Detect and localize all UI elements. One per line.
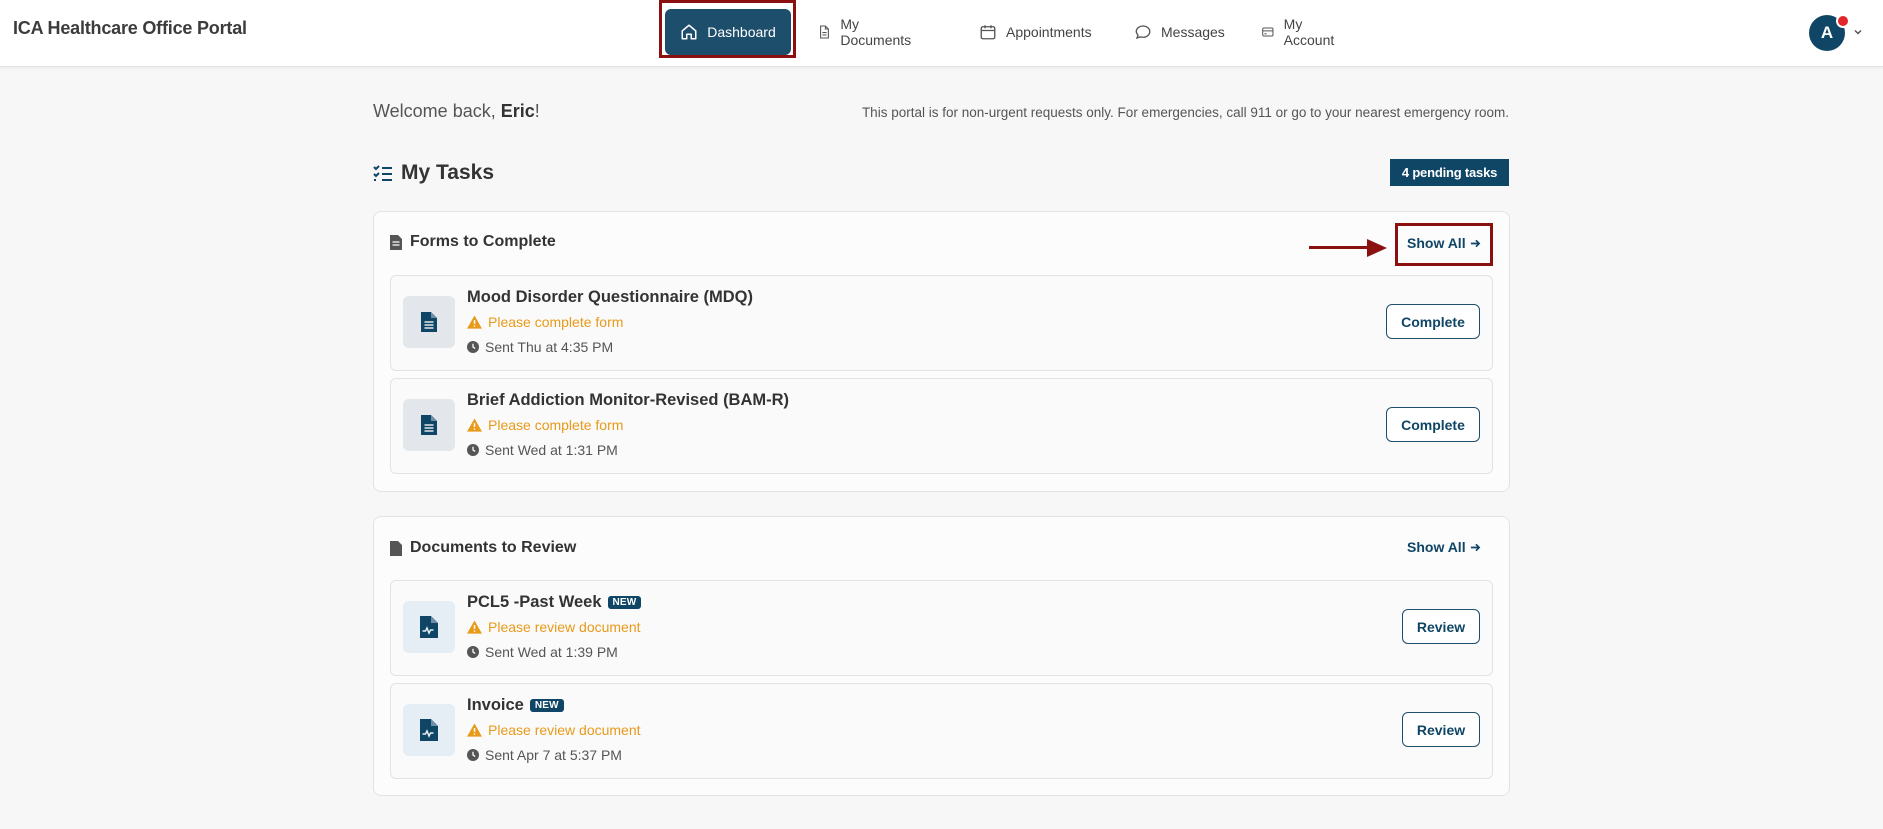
- documents-show-all-link[interactable]: Show All: [1407, 539, 1481, 555]
- status-text: Please review document: [488, 722, 641, 738]
- new-badge: NEW: [529, 699, 564, 712]
- document-row: PCL5 -Past Week NEW Please review docume…: [390, 580, 1493, 676]
- warning-icon: [467, 315, 482, 329]
- document-status: Please review document: [467, 619, 641, 635]
- nav-item-label: My Account: [1283, 16, 1335, 48]
- form-row: Mood Disorder Questionnaire (MDQ) Please…: [390, 275, 1493, 371]
- home-icon: [681, 24, 697, 40]
- chevron-down-icon[interactable]: [1853, 27, 1863, 37]
- form-title-text: Mood Disorder Questionnaire (MDQ): [467, 288, 754, 306]
- sent-text: Sent Wed at 1:31 PM: [485, 442, 618, 458]
- warning-icon: [467, 723, 482, 737]
- file-signature-icon: [420, 719, 438, 741]
- chat-icon: [1135, 25, 1151, 40]
- nav-item-appointments[interactable]: Appointments: [979, 9, 1092, 55]
- status-text: Please review document: [488, 619, 641, 635]
- nav-item-label: Appointments: [1006, 24, 1092, 40]
- document-icon: [820, 25, 829, 39]
- form-title-text: Brief Addiction Monitor-Revised (BAM-R): [467, 391, 790, 409]
- document-icon: [421, 312, 437, 332]
- nav-item-my-account[interactable]: My Account: [1261, 9, 1339, 55]
- card-title: Forms to Complete: [390, 233, 556, 251]
- calendar-icon: [980, 25, 996, 40]
- warning-icon: [467, 620, 482, 634]
- form-row: Brief Addiction Monitor-Revised (BAM-R) …: [390, 378, 1493, 474]
- welcome-prefix: Welcome back,: [373, 101, 501, 121]
- user-name: Eric: [500, 101, 535, 121]
- arrow-right-icon: [1470, 543, 1480, 551]
- file-icon: [390, 234, 402, 250]
- card-title-text: Documents to Review: [410, 539, 577, 556]
- form-status: Please complete form: [467, 314, 623, 330]
- document-title[interactable]: Invoice NEW: [467, 696, 564, 715]
- document-status: Please review document: [467, 722, 641, 738]
- app-title[interactable]: ICA Healthcare Office Portal: [13, 18, 247, 39]
- new-badge: NEW: [607, 596, 642, 609]
- documents-to-review-card: Documents to Review Show All PCL5 -Past …: [373, 516, 1510, 796]
- clock-icon: [467, 341, 479, 353]
- card-title: Documents to Review: [390, 539, 576, 557]
- section-heading-my-tasks: My Tasks: [373, 161, 494, 185]
- warning-icon: [467, 418, 482, 432]
- document-title-text: Invoice: [467, 696, 524, 714]
- nav-item-dashboard[interactable]: Dashboard: [665, 9, 791, 55]
- clock-icon: [467, 646, 479, 658]
- document-thumbnail: [403, 601, 455, 653]
- top-navbar: ICA Healthcare Office Portal Dashboard M…: [0, 0, 1883, 67]
- welcome-suffix: !: [534, 101, 540, 121]
- nav-item-messages[interactable]: Messages: [1134, 9, 1225, 55]
- form-title[interactable]: Brief Addiction Monitor-Revised (BAM-R): [467, 391, 789, 410]
- emergency-notice: This portal is for non-urgent requests o…: [861, 105, 1509, 120]
- form-sent-time: Sent Wed at 1:31 PM: [467, 442, 618, 458]
- nav-item-label: Messages: [1161, 24, 1225, 40]
- review-button[interactable]: Review: [1402, 609, 1480, 644]
- notification-dot: [1836, 14, 1850, 28]
- complete-button[interactable]: Complete: [1386, 407, 1480, 442]
- complete-button[interactable]: Complete: [1386, 304, 1480, 339]
- annotation-arrow: [1309, 246, 1371, 249]
- file-signature-icon: [420, 616, 438, 638]
- form-thumbnail: [403, 399, 455, 451]
- checklist-icon: [373, 165, 392, 181]
- show-all-label: Show All: [1407, 235, 1466, 251]
- document-title-text: PCL5 -Past Week: [467, 593, 602, 611]
- show-all-label: Show All: [1407, 539, 1466, 555]
- document-sent-time: Sent Wed at 1:39 PM: [467, 644, 618, 660]
- form-thumbnail: [403, 296, 455, 348]
- card-title-text: Forms to Complete: [410, 233, 556, 250]
- forms-show-all-link[interactable]: Show All: [1407, 235, 1481, 251]
- welcome-message: Welcome back, Eric!: [373, 101, 540, 122]
- clock-icon: [467, 444, 479, 456]
- document-sent-time: Sent Apr 7 at 5:37 PM: [467, 747, 622, 763]
- sent-text: Sent Wed at 1:39 PM: [485, 644, 618, 660]
- review-button[interactable]: Review: [1402, 712, 1480, 747]
- pending-tasks-badge: 4 pending tasks: [1390, 159, 1509, 186]
- status-text: Please complete form: [488, 314, 624, 330]
- document-icon: [421, 415, 437, 435]
- avatar-initial: A: [1820, 23, 1834, 42]
- document-thumbnail: [403, 704, 455, 756]
- document-title[interactable]: PCL5 -Past Week NEW: [467, 593, 642, 612]
- form-sent-time: Sent Thu at 4:35 PM: [467, 339, 613, 355]
- sent-text: Sent Apr 7 at 5:37 PM: [485, 747, 622, 763]
- status-text: Please complete form: [488, 417, 624, 433]
- section-title: My Tasks: [401, 161, 494, 184]
- annotation-arrow-head: [1367, 239, 1387, 257]
- nav-item-label: Dashboard: [707, 24, 776, 40]
- document-row: Invoice NEW Please review document Sent …: [390, 683, 1493, 779]
- forms-to-complete-card: Forms to Complete Show All Mood Disorder…: [373, 211, 1510, 492]
- nav-item-my-documents[interactable]: My Documents: [817, 9, 915, 55]
- form-title[interactable]: Mood Disorder Questionnaire (MDQ): [467, 288, 753, 307]
- file-icon: [390, 540, 402, 556]
- form-status: Please complete form: [467, 417, 623, 433]
- arrow-right-icon: [1470, 239, 1480, 247]
- nav-item-label: My Documents: [840, 16, 912, 48]
- clock-icon: [467, 749, 479, 761]
- sent-text: Sent Thu at 4:35 PM: [485, 339, 614, 355]
- card-icon: [1262, 27, 1274, 37]
